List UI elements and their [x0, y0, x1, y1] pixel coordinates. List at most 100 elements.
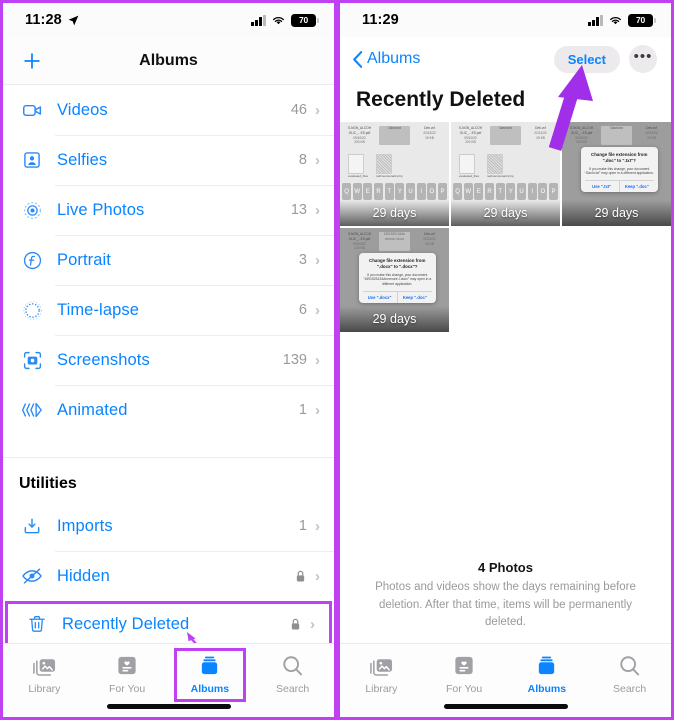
tab-for-you[interactable]: For You: [86, 653, 169, 695]
tab-bar: Library For You Albums Search: [340, 643, 671, 717]
days-remaining-label: 29 days: [451, 200, 560, 226]
photo-thumbnail[interactable]: S-NON_ALCOH OLIC_...ES.pdf 09/10/22 220 KB…: [451, 122, 560, 226]
wifi-icon: [610, 17, 621, 25]
utility-label: Recently Deleted: [62, 614, 190, 633]
tab-search[interactable]: Search: [588, 653, 671, 695]
chevron-right-icon: ›: [315, 351, 320, 369]
album-count: 8: [298, 152, 307, 168]
album-label: Videos: [57, 100, 108, 119]
album-row-videos[interactable]: Videos 46 ›: [3, 85, 334, 135]
album-row-selfies[interactable]: Selfies 8 ›: [3, 135, 334, 185]
status-time: 11:28: [25, 12, 62, 28]
file-name: Deb.vcf: [424, 126, 435, 130]
trash-icon: [24, 611, 50, 637]
file-name: S-NON_ALCOH OLIC_...ES.pdf: [347, 232, 372, 241]
aperture-f-icon: [19, 247, 45, 273]
photo-thumbnail[interactable]: S-NON_ALCOH OLIC_...ES.pdf 09/10/22 220 KB…: [562, 122, 671, 226]
status-indicators: 70: [251, 13, 319, 27]
tab-label: Search: [612, 683, 647, 695]
album-row-portrait[interactable]: Portrait 3 ›: [3, 235, 334, 285]
utility-row-hidden[interactable]: Hidden ›: [3, 551, 334, 601]
tab-label: For You: [446, 683, 483, 695]
chevron-right-icon: ›: [315, 567, 320, 585]
page-title: Recently Deleted: [356, 88, 526, 111]
chevron-right-icon: ›: [315, 101, 320, 119]
ellipsis-icon[interactable]: •••: [629, 45, 657, 73]
file-name: Deb.vcf: [646, 126, 657, 130]
file-name: Gavin.txt: [388, 126, 401, 130]
days-remaining-label: 29 days: [340, 306, 449, 332]
album-count: 13: [290, 202, 307, 218]
left-screen-albums: 11:28 70 Albums Videos 46 › Selfies 8 › …: [0, 0, 337, 720]
tab-for-you[interactable]: For You: [423, 653, 506, 695]
albums-stack-icon: [534, 653, 559, 678]
album-row-time-lapse[interactable]: Time-lapse 6 ›: [3, 285, 334, 335]
album-row-animated[interactable]: Animated 1 ›: [3, 385, 334, 435]
file-name: redimensionar2.php: [376, 174, 403, 179]
dialog-actions: Use ".docx" Keep ".doc": [362, 291, 432, 303]
photo-thumbnail[interactable]: S-NON_ALCOH OLIC_...ES.pdf 09/10/22 220 KB…: [340, 122, 449, 226]
eye-slash-icon: [19, 563, 45, 589]
album-label: Selfies: [57, 150, 108, 169]
utility-row-imports[interactable]: Imports 1 ›: [3, 501, 334, 551]
select-button[interactable]: Select: [553, 45, 620, 73]
navigation-bar: Albums Select •••: [340, 37, 671, 81]
key: R: [373, 183, 384, 200]
album-count: 46: [290, 102, 307, 118]
back-button[interactable]: Albums: [352, 50, 420, 69]
albums-list: Videos 46 › Selfies 8 › Live Photos 13 ›: [3, 85, 334, 647]
tab-library[interactable]: Library: [340, 653, 423, 695]
signal-bars-icon: [251, 14, 266, 26]
file-extension-dialog: Change file extension from ".doc" to ".t…: [580, 146, 658, 193]
animated-chevrons-icon: [19, 397, 45, 423]
screenshot-icon: [19, 347, 45, 373]
key: Q: [453, 183, 463, 200]
chevron-right-icon: ›: [315, 301, 320, 319]
back-label: Albums: [367, 50, 421, 67]
album-row-live-photos[interactable]: Live Photos 13 ›: [3, 185, 334, 235]
key: Y: [506, 183, 516, 200]
page-title: Albums: [139, 51, 198, 69]
key: U: [405, 183, 416, 200]
tab-albums[interactable]: Albums: [506, 653, 589, 695]
import-tray-icon: [19, 513, 45, 539]
utility-row-recently-deleted[interactable]: Recently Deleted ›: [5, 601, 332, 647]
home-indicator: [106, 704, 231, 709]
file-name: evaluated_files: [459, 174, 480, 179]
tab-library[interactable]: Library: [3, 653, 86, 695]
days-remaining-label: 29 days: [562, 200, 671, 226]
tab-search[interactable]: Search: [251, 653, 334, 695]
utility-label: Imports: [57, 516, 113, 535]
key: Y: [395, 183, 405, 200]
key: O: [538, 183, 548, 200]
key: O: [427, 183, 437, 200]
key: T: [495, 183, 505, 200]
album-label: Animated: [57, 400, 128, 419]
photo-thumbnail[interactable]: S-NON_ALCOH OLIC_...ES.pdf 09/10/22 220 KB…: [340, 228, 449, 332]
home-indicator: [443, 704, 568, 709]
albums-stack-icon: [197, 653, 222, 678]
status-time-group: 11:28: [25, 12, 80, 28]
album-label: Portrait: [57, 250, 111, 269]
chevron-right-icon: ›: [315, 251, 320, 269]
file-name: Deb.vcf: [424, 232, 435, 236]
key: W: [463, 183, 473, 200]
chevron-right-icon: ›: [310, 615, 315, 633]
dialog-secondary-button: Keep ".doc": [402, 295, 427, 300]
magnifier-icon: [618, 653, 641, 678]
key: E: [474, 183, 484, 200]
tab-albums[interactable]: Albums: [169, 648, 252, 702]
dialog-body: If you make this change, your document “…: [584, 166, 654, 176]
key: E: [363, 183, 373, 200]
tab-label: For You: [109, 683, 146, 695]
video-camera-icon: [19, 97, 45, 123]
plus-icon[interactable]: [21, 50, 43, 72]
key: P: [548, 183, 559, 200]
album-row-screenshots[interactable]: Screenshots 139 ›: [3, 335, 334, 385]
signal-bars-icon: [588, 14, 603, 26]
dialog-primary-button: Use ".txt": [585, 181, 620, 193]
wifi-icon: [273, 17, 284, 25]
photo-count: 4 Photos: [478, 560, 533, 576]
album-count: 139: [282, 352, 307, 368]
file-name: Gavin.txt: [499, 126, 512, 130]
